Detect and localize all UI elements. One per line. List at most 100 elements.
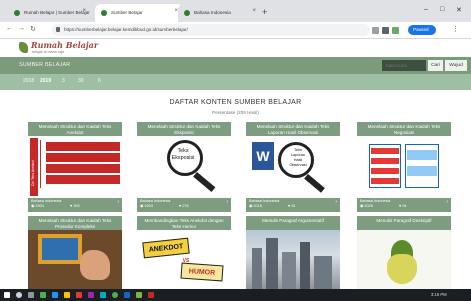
search-input[interactable] xyxy=(382,60,426,71)
taskbar-clock[interactable]: 3:16 PM xyxy=(431,292,447,297)
app-icon[interactable] xyxy=(88,292,94,298)
app-icon[interactable] xyxy=(148,292,154,298)
extension-icon[interactable] xyxy=(392,27,399,34)
thumb-text-line: Teks xyxy=(294,148,302,152)
star-icon[interactable] xyxy=(372,27,379,34)
card-views: ◉ 1904 xyxy=(31,204,44,208)
humor-badge: HUMOR xyxy=(180,262,224,282)
browser-tab-2[interactable]: Sumber Belajar × xyxy=(95,4,183,22)
thumb-block xyxy=(46,142,120,151)
card-views: ◉ 2015 xyxy=(249,204,262,208)
app-icon[interactable] xyxy=(100,292,106,298)
year-item[interactable]: 6 xyxy=(98,78,101,84)
search-button[interactable]: Cari xyxy=(428,60,443,71)
app-icon[interactable] xyxy=(40,292,46,298)
browser-tab-3-label: Bahasa Indonesia xyxy=(194,10,231,15)
hand-image xyxy=(80,250,110,280)
browser-tab-1-label: Rumah Belajar | Sumber Belajar xyxy=(24,10,90,15)
card-likes-value: 91 xyxy=(291,204,296,208)
logo-text[interactable]: Rumah Belajar xyxy=(31,40,98,50)
browser-tab-3[interactable]: Bahasa Indonesia × xyxy=(178,4,261,22)
chrome-icon[interactable] xyxy=(112,292,118,298)
content-card[interactable]: Menulis Paragraf Argumentatif xyxy=(246,216,340,289)
card-likes-value: 94 xyxy=(402,204,407,208)
reload-icon[interactable]: ↻ xyxy=(30,25,36,33)
content-card[interactable]: Menelaah Struktur dan Kaidah Teks Anekdo… xyxy=(28,122,122,212)
minimize-button[interactable]: – xyxy=(424,6,428,13)
anekdot-badge: ANEKDOT xyxy=(142,237,190,259)
year-item[interactable]: 30 xyxy=(78,78,84,84)
close-tab-icon[interactable]: × xyxy=(252,8,256,14)
year-item[interactable]: 2018 xyxy=(23,78,34,84)
menu-icon[interactable]: ⋮ xyxy=(452,25,459,33)
search-icon[interactable] xyxy=(16,292,22,298)
card-views-value: 1903 xyxy=(144,204,153,208)
thumb-text-line: Laporan xyxy=(291,153,305,157)
app-icon[interactable] xyxy=(136,292,142,298)
thumb-block xyxy=(46,153,120,162)
content-card[interactable]: Membandingkan Teks Anekdot dengan Teks H… xyxy=(137,216,231,289)
grape-bunch xyxy=(387,254,417,284)
url-text: https://sumberbelajar.belajar.kemdikbud.… xyxy=(64,27,188,32)
task-view-icon[interactable] xyxy=(28,292,34,298)
card-likes-value: 278 xyxy=(182,204,189,208)
chevron-right-icon[interactable]: › xyxy=(117,199,119,205)
content-card[interactable]: Menulis Paragraf Deskriptif xyxy=(357,216,451,289)
card-views: ◉ 1903 xyxy=(140,204,153,208)
card-thumbnail xyxy=(28,230,122,289)
building-shape xyxy=(266,238,278,289)
close-tab-icon[interactable]: × xyxy=(82,8,86,14)
diagram-bar xyxy=(371,158,399,164)
building-shape xyxy=(300,242,310,289)
app-icon[interactable] xyxy=(52,292,58,298)
content-card[interactable]: Menelaah Struktur dan Kaidah Teks Lapora… xyxy=(246,122,340,212)
logo-tagline: belajar di mana saja xyxy=(32,50,65,54)
year-filter-bar xyxy=(0,74,471,90)
app-icon[interactable] xyxy=(124,292,130,298)
browser-tab-2-label: Sumber Belajar xyxy=(111,10,143,15)
card-views-value: 2015 xyxy=(253,204,262,208)
content-card[interactable]: Menelaah Struktur dan Kaidah Teks Negosi… xyxy=(357,122,451,212)
card-title: Menelaah Struktur dan Kaidah Teks Ekspos… xyxy=(147,124,221,135)
card-thumbnail: ANEKDOT VS HUMOR xyxy=(137,230,231,289)
card-thumbnail: Ciri Teks Anekdot xyxy=(28,136,122,198)
building-shape xyxy=(314,256,332,289)
maximize-button[interactable]: □ xyxy=(440,6,444,13)
thumb-text-line: Teks xyxy=(177,148,189,154)
new-tab-button[interactable]: + xyxy=(262,7,267,17)
diagram-bar xyxy=(407,150,437,160)
filter-button[interactable]: Wujud xyxy=(445,60,467,71)
chevron-right-icon[interactable]: › xyxy=(446,199,448,205)
address-toolbar: ← → ↻ https://sumberbelajar.belajar.kemd… xyxy=(0,22,471,39)
card-title: Menulis Paragraf Argumentatif xyxy=(262,218,324,223)
thumb-text-line: Eksposisi xyxy=(171,155,195,161)
profile-button[interactable]: Paused xyxy=(408,25,436,35)
card-thumbnail: Teks Eksposisi xyxy=(137,136,231,198)
magnifier-handle xyxy=(193,172,216,193)
card-thumbnail xyxy=(357,230,451,289)
year-item[interactable]: 3 xyxy=(62,78,65,84)
card-views: ◉ 2025 xyxy=(360,204,373,208)
forward-icon[interactable]: → xyxy=(18,25,25,32)
year-item-active[interactable]: 2019 xyxy=(40,78,51,84)
diagram-bar xyxy=(407,166,437,176)
back-icon[interactable]: ← xyxy=(6,25,13,32)
app-icon[interactable] xyxy=(76,292,82,298)
thumb-block xyxy=(46,164,120,173)
chevron-right-icon[interactable]: › xyxy=(335,199,337,205)
extension-icon[interactable] xyxy=(382,27,389,34)
diagram-bar xyxy=(371,168,399,174)
content-card[interactable]: Menelaah Struktur dan Kaidah Teks Prosed… xyxy=(28,216,122,289)
close-window-button[interactable]: ✕ xyxy=(456,6,462,14)
atm-display xyxy=(42,238,78,260)
chevron-right-icon[interactable]: › xyxy=(226,199,228,205)
word-doc-icon: W xyxy=(252,142,274,170)
app-icon[interactable] xyxy=(64,292,70,298)
card-title: Menelaah Struktur dan Kaidah Teks Prosed… xyxy=(38,218,112,229)
favicon-icon xyxy=(14,10,20,16)
os-taskbar xyxy=(0,289,471,301)
windows-start-icon[interactable] xyxy=(4,292,10,298)
url-bar[interactable]: https://sumberbelajar.belajar.kemdikbud.… xyxy=(52,24,370,36)
browser-tab-1[interactable]: Rumah Belajar | Sumber Belajar × xyxy=(8,4,91,22)
content-card[interactable]: Menelaah Struktur dan Kaidah Teks Ekspos… xyxy=(137,122,231,212)
